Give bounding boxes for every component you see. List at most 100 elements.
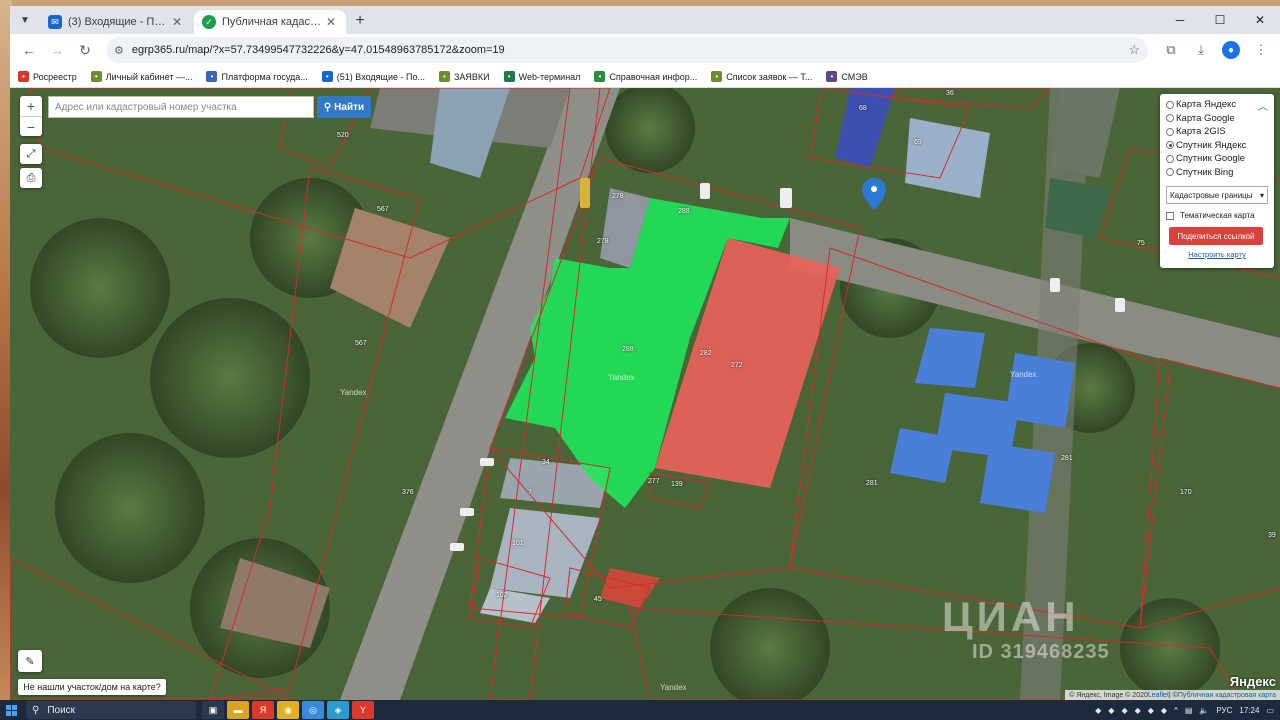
thematic-map-toggle[interactable]: Тематическая карта	[1166, 211, 1268, 220]
tray-app-icon[interactable]: ◆	[1095, 706, 1101, 715]
start-button[interactable]	[0, 700, 22, 720]
fullscreen-button[interactable]: ⤢	[20, 144, 42, 164]
site-info-icon[interactable]: ⚙	[114, 44, 124, 57]
tray-app-icon[interactable]: ◆	[1148, 706, 1154, 715]
layer-option[interactable]: Спутник Яндекс	[1166, 139, 1268, 153]
tray-app-icon[interactable]: ◆	[1161, 706, 1167, 715]
map-attribution: © Яндекс, Image © 2020 Leaflet | © Публи…	[1065, 690, 1280, 700]
plot-number-label: 282	[700, 350, 712, 357]
boundaries-select[interactable]: Кадастровые границы ▾	[1166, 186, 1268, 204]
chevron-up-icon[interactable]: ^	[1174, 706, 1178, 715]
layer-radio[interactable]	[1166, 154, 1174, 163]
file-explorer-icon[interactable]: ▬	[227, 701, 249, 719]
public-map-link[interactable]: Публичная кадастровая карта	[1178, 692, 1276, 699]
layer-radio[interactable]	[1166, 141, 1174, 150]
search-icon: ⚲	[323, 101, 332, 113]
maximize-icon[interactable]: ☐	[1200, 6, 1240, 34]
language-indicator[interactable]: РУС	[1216, 706, 1232, 715]
app-icon[interactable]: ◉	[277, 701, 299, 719]
address-bar[interactable]: ⚙ egrp365.ru/map/?x=57.73499547732226&y=…	[106, 37, 1148, 63]
bookmark-item[interactable]: • Web-терминал	[503, 71, 580, 82]
bookmark-item[interactable]: • (51) Входящие - По...	[321, 71, 425, 82]
profile-avatar-icon[interactable]: ●	[1222, 41, 1240, 59]
menu-kebab-icon[interactable]: ⋮	[1248, 37, 1274, 63]
bookmark-star-icon[interactable]: ☆	[1128, 42, 1140, 58]
bookmark-item[interactable]: • СМЭВ	[826, 71, 868, 82]
extensions-icon[interactable]: ⧉	[1158, 37, 1184, 63]
tab-search-button[interactable]: ▼	[14, 9, 36, 31]
close-icon[interactable]: ✕	[324, 15, 338, 29]
pencil-icon: ✎	[25, 655, 35, 668]
close-icon[interactable]: ✕	[170, 15, 184, 29]
new-tab-button[interactable]: +	[348, 9, 372, 33]
configure-map-link[interactable]: Настроить карту	[1166, 250, 1268, 259]
tray-app-icon[interactable]: ◆	[1121, 706, 1127, 715]
tray-app-icon[interactable]: ◆	[1135, 706, 1141, 715]
plot-number-label: 34	[542, 459, 550, 466]
zoom-in-button[interactable]: +	[20, 96, 42, 116]
yandex-logo: Яндекс	[1229, 674, 1276, 689]
minimize-icon[interactable]: ─	[1160, 6, 1200, 34]
layer-option[interactable]: Карта Яндекс	[1166, 98, 1268, 112]
forward-button[interactable]: →	[44, 37, 70, 63]
download-icon[interactable]: ⤓	[1188, 37, 1214, 63]
chrome-icon[interactable]: ◎	[302, 701, 324, 719]
address-search-input[interactable]	[48, 96, 314, 118]
browser-window: ▼ ✉ (3) Входящие - Почта Mail.ru ✕ ✓ Пуб…	[10, 6, 1280, 700]
bookmark-item[interactable]: • Список заявок — Т...	[711, 71, 812, 82]
zoom-out-button[interactable]: −	[20, 116, 42, 136]
clock[interactable]: 17:24	[1239, 706, 1259, 715]
network-icon[interactable]: ▤	[1185, 706, 1193, 715]
leaflet-link[interactable]: Leaflet	[1148, 692, 1169, 699]
app-icon[interactable]: ◈	[327, 701, 349, 719]
windows-logo-icon	[5, 704, 17, 716]
taskbar-search[interactable]: ⚲ Поиск	[26, 701, 196, 719]
yandex-browser-icon[interactable]: Я	[252, 701, 274, 719]
layer-option[interactable]: Карта 2GIS	[1166, 125, 1268, 139]
plot-number-label: 288	[622, 346, 634, 353]
notification-icon[interactable]: ▭	[1266, 706, 1274, 715]
thematic-map-checkbox[interactable]	[1166, 211, 1174, 220]
bookmark-item[interactable]: • Личный кабинет —...	[90, 71, 192, 82]
back-button[interactable]: ←	[16, 37, 42, 63]
system-tray: ◆ ◆ ◆ ◆ ◆ ◆ ^ ▤ 🔈 РУС 17:24 ▭	[1088, 700, 1280, 720]
bookmark-item[interactable]: • Росреестр	[18, 71, 77, 82]
print-button[interactable]: ⎙	[20, 168, 42, 188]
share-link-button[interactable]: Поделиться ссылкой	[1169, 227, 1263, 245]
chevron-down-icon: ▾	[1259, 190, 1264, 200]
layer-option[interactable]: Спутник Bing	[1166, 166, 1268, 180]
url-text[interactable]: egrp365.ru/map/?x=57.73499547732226&y=47…	[132, 44, 1128, 56]
close-window-icon[interactable]: ✕	[1240, 6, 1280, 34]
yandex-map-label: Yandex	[608, 373, 635, 382]
search-button[interactable]: ⚲ Найти	[317, 96, 371, 118]
tab-title: Публичная кадастровая карта	[222, 16, 324, 28]
draw-button[interactable]: ✎	[18, 650, 42, 672]
tab-mail[interactable]: ✉ (3) Входящие - Почта Mail.ru ✕	[40, 10, 192, 34]
layer-radio[interactable]	[1166, 100, 1174, 109]
chevron-up-icon[interactable]: ︿	[1258, 98, 1268, 113]
layer-option[interactable]: Спутник Google	[1166, 152, 1268, 166]
layer-radio[interactable]	[1166, 114, 1174, 123]
task-view-icon[interactable]: ▣	[202, 701, 224, 719]
plot-number-label: 101	[512, 540, 524, 547]
plot-number-label: 170	[1180, 489, 1192, 496]
not-found-button[interactable]: Не нашли участок/дом на карте?	[18, 679, 166, 695]
layer-radio[interactable]	[1166, 127, 1174, 136]
bookmark-item[interactable]: • Справочная инфор...	[594, 71, 697, 82]
tab-cadastral-map[interactable]: ✓ Публичная кадастровая карта ✕	[194, 10, 346, 34]
plot-number-label: 277	[648, 478, 660, 485]
bookmark-item[interactable]: • Платформа госуда...	[206, 71, 308, 82]
plot-number-label: 102	[496, 592, 508, 599]
layer-option[interactable]: Карта Google	[1166, 112, 1268, 126]
tray-app-icon[interactable]: ◆	[1108, 706, 1114, 715]
map-view[interactable]: 520 567 567 376 278 278 288 282 272 34 7 101 102 45 13…	[10, 88, 1280, 700]
tab-title: (3) Входящие - Почта Mail.ru	[68, 16, 170, 28]
yandex-icon[interactable]: Y	[352, 701, 374, 719]
plot-number-label: 45	[594, 596, 602, 603]
window-controls: ─ ☐ ✕	[1160, 6, 1280, 34]
reload-button[interactable]: ↻	[72, 37, 98, 63]
volume-icon[interactable]: 🔈	[1199, 706, 1209, 715]
bookmark-item[interactable]: • ЗАЯВКИ	[438, 71, 490, 82]
plot-number-label: 7	[528, 489, 532, 496]
layer-radio[interactable]	[1166, 168, 1174, 177]
